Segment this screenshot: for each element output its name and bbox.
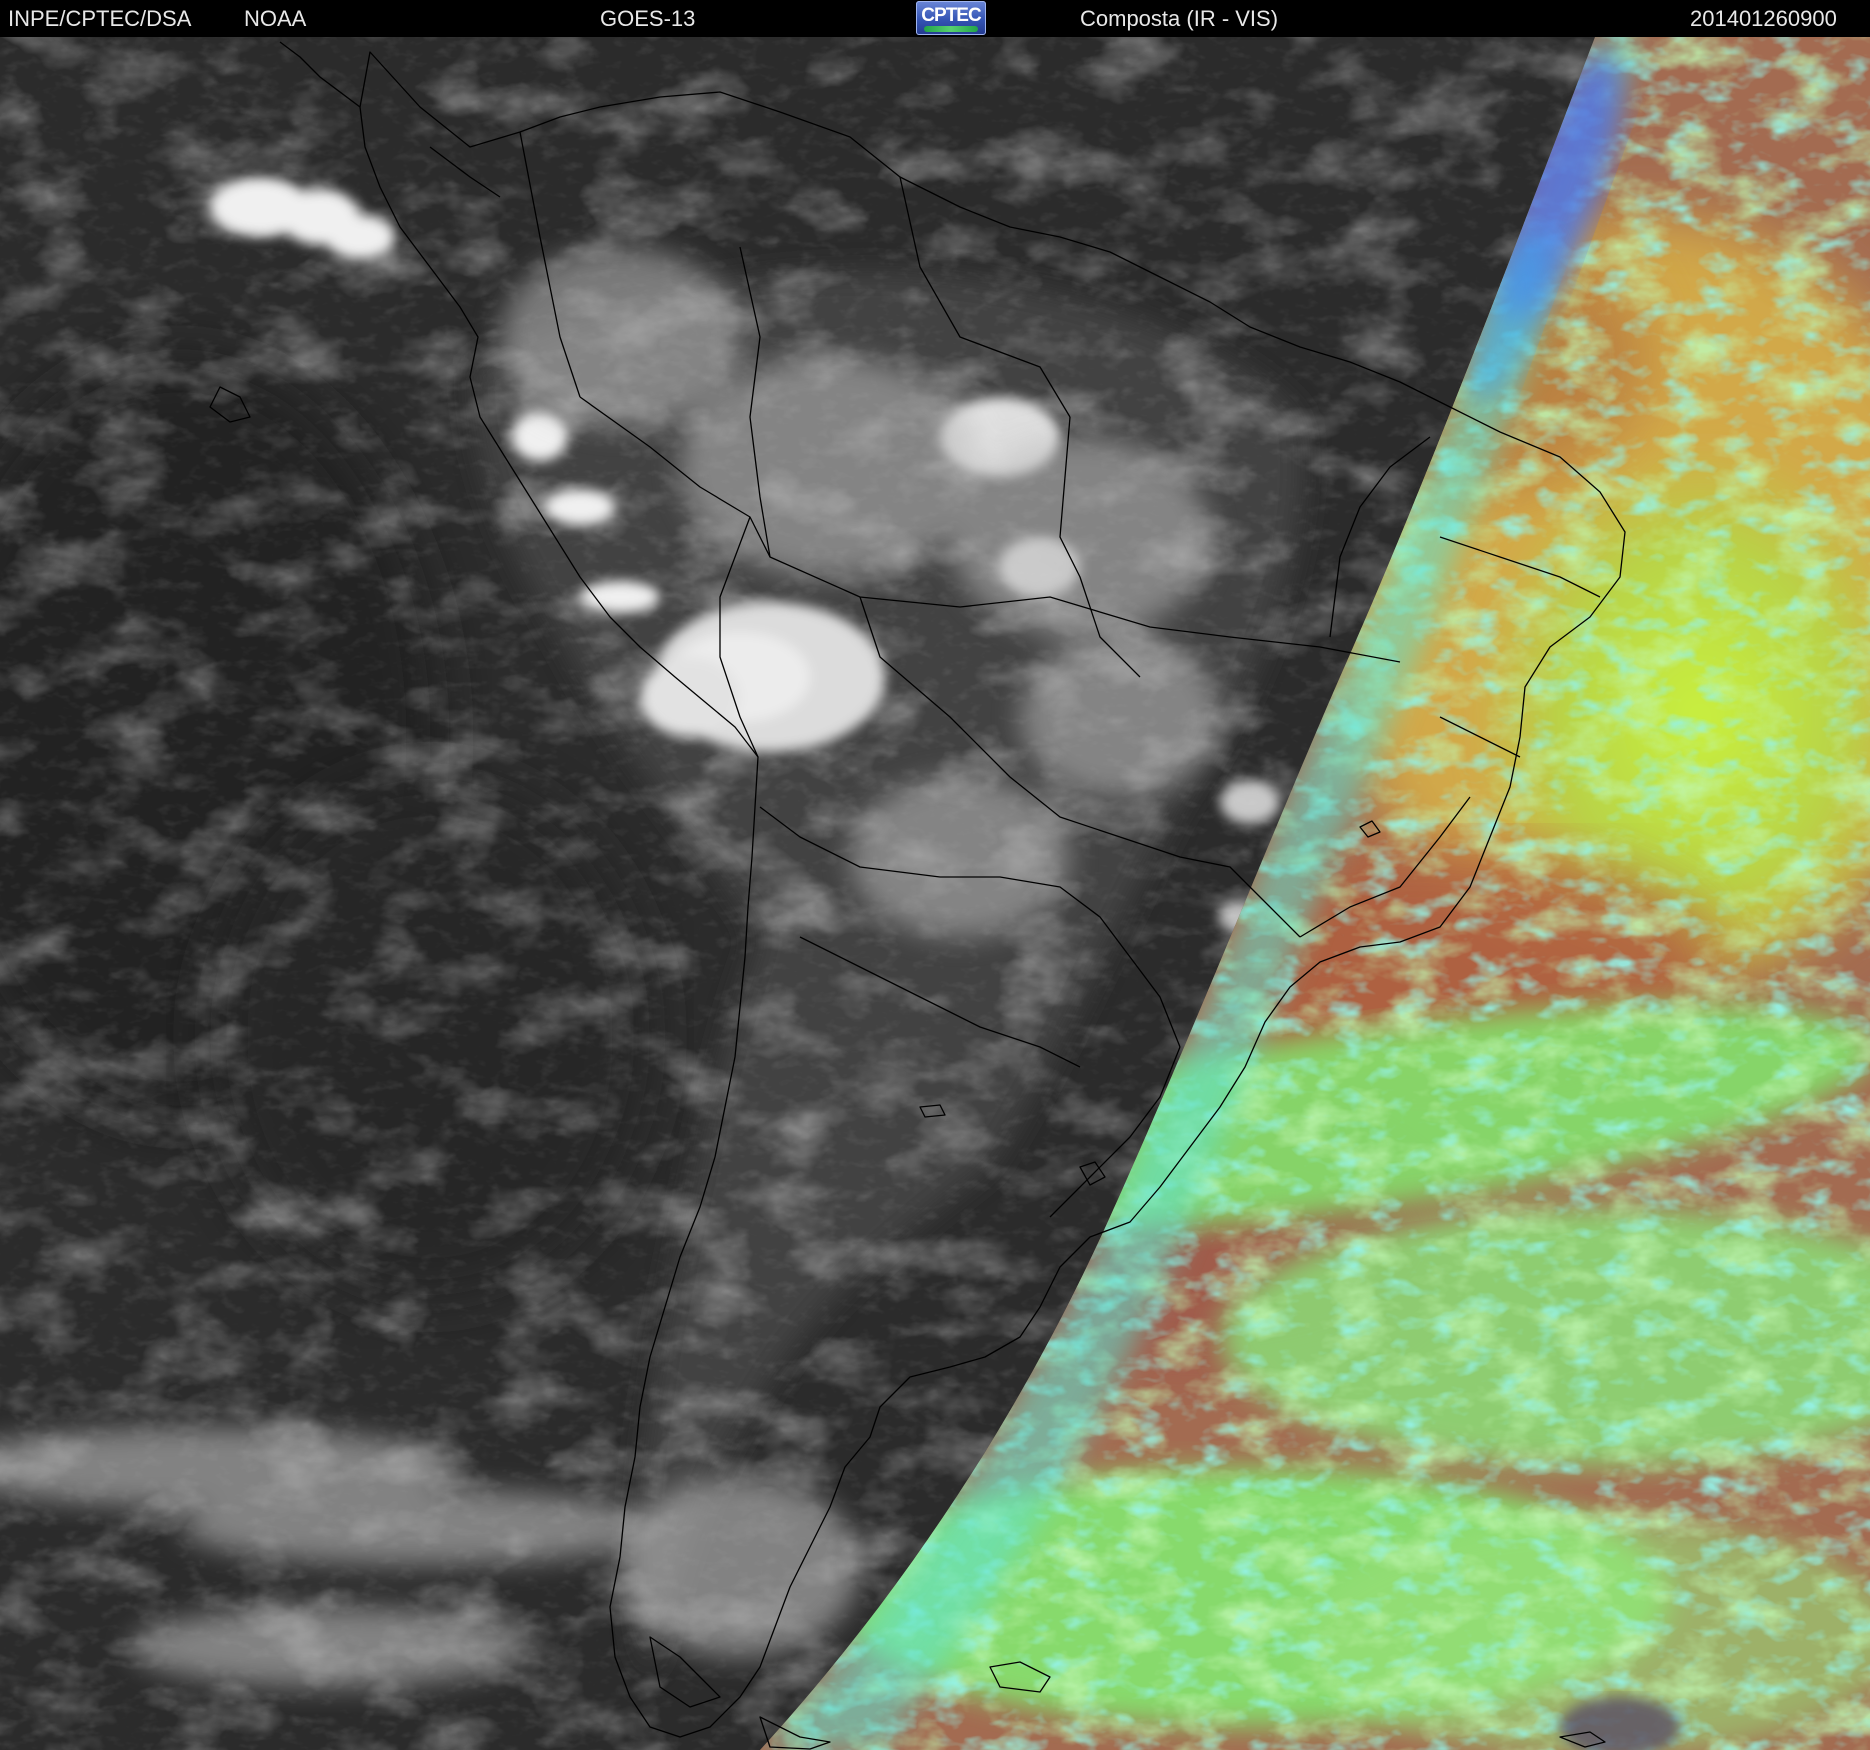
satellite-scene (0, 37, 1870, 1750)
satellite-image-viewer: INPE/CPTEC/DSA NOAA GOES-13 CPTEC Compos… (0, 0, 1870, 1750)
header-bar: INPE/CPTEC/DSA NOAA GOES-13 CPTEC Compos… (0, 0, 1870, 37)
satellite-label: GOES-13 (600, 6, 696, 31)
logo-text: CPTEC (921, 5, 981, 26)
partner-label: NOAA (244, 6, 307, 31)
cptec-logo: CPTEC (916, 1, 986, 35)
logo-swirl-icon (924, 26, 978, 32)
satellite-composite-image (0, 37, 1870, 1750)
product-label: Composta (IR - VIS) (1080, 6, 1279, 31)
agency-label: INPE/CPTEC/DSA (8, 6, 192, 31)
datetime-label: 201401260900 (1690, 6, 1837, 31)
